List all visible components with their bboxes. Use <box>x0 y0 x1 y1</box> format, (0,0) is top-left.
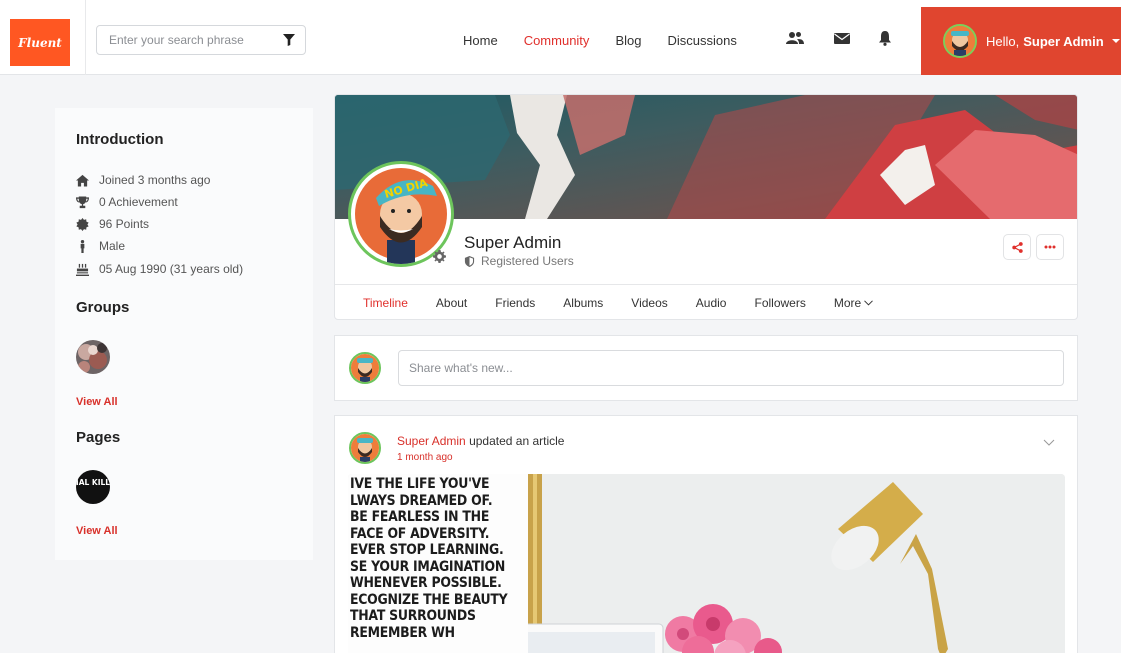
tab-videos[interactable]: Videos <box>631 296 667 310</box>
page-thumbnail-text: SERIAL KILLERS <box>76 478 110 487</box>
tab-albums[interactable]: Albums <box>563 296 603 310</box>
gear-icon[interactable] <box>433 250 446 263</box>
pages-view-all-link[interactable]: View All <box>76 525 118 537</box>
male-icon <box>80 239 85 253</box>
groups-title: Groups <box>76 299 130 316</box>
chevron-down-icon[interactable] <box>1043 439 1055 447</box>
bell-icon[interactable] <box>878 30 892 46</box>
info-points: 96 Points <box>76 217 149 231</box>
info-birthday: 05 Aug 1990 (31 years old) <box>76 262 243 276</box>
share-icon <box>1011 241 1023 253</box>
feed-timestamp[interactable]: 1 month ago <box>397 452 453 463</box>
profile-sidebar: Introduction Joined 3 months ago 0 Achie… <box>55 108 313 560</box>
tab-followers[interactable]: Followers <box>754 296 805 310</box>
share-input[interactable] <box>398 350 1064 386</box>
info-gender: Male <box>76 239 125 253</box>
more-options-button[interactable] <box>1036 234 1064 260</box>
info-achievement: 0 Achievement <box>76 195 178 209</box>
filter-icon[interactable] <box>283 34 295 46</box>
badge-icon <box>76 217 89 231</box>
avatar[interactable] <box>349 432 381 464</box>
profile-card: NO DIA Super Admin Registered Users Time… <box>334 94 1078 320</box>
nav-blog[interactable]: Blog <box>615 33 641 48</box>
pages-title: Pages <box>76 429 121 446</box>
nav-discussions[interactable]: Discussions <box>667 33 736 48</box>
divider <box>85 0 86 75</box>
avatar <box>349 352 381 384</box>
feed-author-link[interactable]: Super Admin <box>397 434 466 448</box>
feed-item: Super Admin updated an article 1 month a… <box>334 415 1078 653</box>
tab-friends[interactable]: Friends <box>495 296 535 310</box>
top-bar: Fluent Home Community Blog Discussions H… <box>0 0 1121 75</box>
tab-timeline[interactable]: Timeline <box>363 296 408 310</box>
profile-tabs: Timeline About Friends Albums Videos Aud… <box>335 284 1077 319</box>
intro-title: Introduction <box>76 131 164 148</box>
logo[interactable]: Fluent <box>10 19 70 66</box>
tab-more[interactable]: More <box>833 296 874 310</box>
main-nav: Home Community Blog Discussions <box>463 33 763 48</box>
post-composer <box>334 335 1078 401</box>
mail-icon[interactable] <box>834 30 850 46</box>
feed-headline: Super Admin updated an article <box>397 434 564 448</box>
shield-icon <box>464 255 475 267</box>
user-name: Super Admin <box>1023 33 1104 49</box>
groups-view-all-link[interactable]: View All <box>76 396 118 408</box>
profile-role: Registered Users <box>464 254 574 268</box>
group-thumbnail[interactable] <box>76 340 110 374</box>
feed-action: updated an article <box>469 434 565 448</box>
home-icon <box>76 174 89 187</box>
tab-more-label: More <box>833 296 862 310</box>
user-menu[interactable]: Hello, Super Admin <box>921 7 1121 75</box>
nav-community[interactable]: Community <box>524 33 590 48</box>
greeting-text: Hello, <box>986 33 1020 49</box>
info-joined: Joined 3 months ago <box>76 173 210 187</box>
users-icon[interactable] <box>786 30 804 46</box>
ellipsis-icon <box>1044 245 1056 249</box>
trophy-icon <box>76 195 89 208</box>
chevron-down-icon <box>864 300 874 306</box>
search-input[interactable] <box>109 33 269 47</box>
tab-about[interactable]: About <box>436 296 467 310</box>
nav-home[interactable]: Home <box>463 33 498 48</box>
tab-audio[interactable]: Audio <box>696 296 727 310</box>
page-thumbnail[interactable]: SERIAL KILLERS <box>76 470 110 504</box>
search-box <box>96 25 306 55</box>
article-image[interactable]: IVE THE LIFE YOU'VE LWAYS DREAMED OF. BE… <box>348 474 1065 653</box>
profile-name: Super Admin <box>464 233 562 252</box>
birthday-cake-icon <box>76 263 89 276</box>
avatar <box>943 24 977 58</box>
caret-down-icon <box>1111 39 1120 43</box>
motivational-poster: IVE THE LIFE YOU'VE LWAYS DREAMED OF. BE… <box>348 474 528 653</box>
share-button[interactable] <box>1003 234 1031 260</box>
